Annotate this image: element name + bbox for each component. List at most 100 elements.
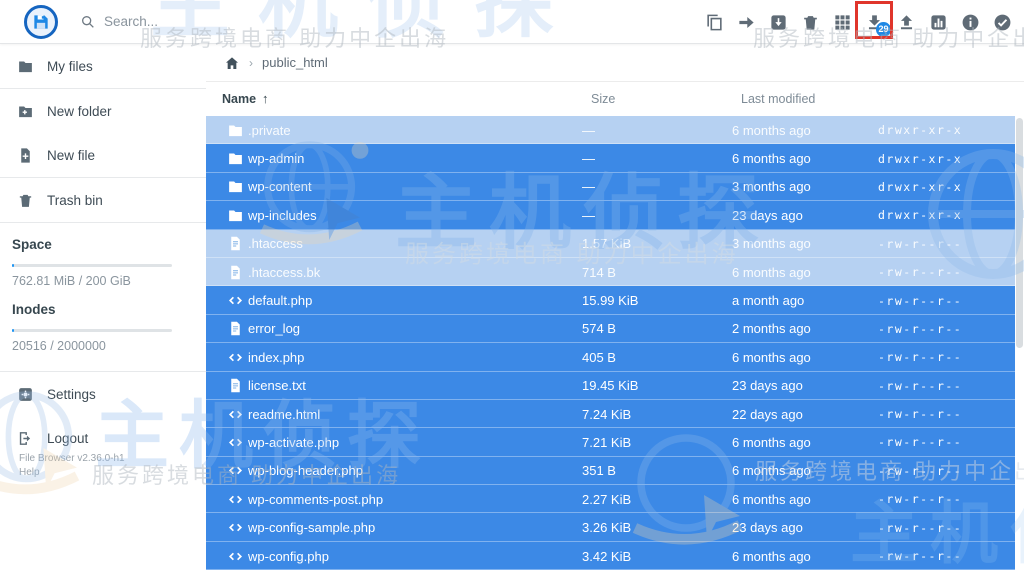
upload-icon <box>900 14 913 29</box>
file-permissions: -rw-r--r-- <box>878 378 963 393</box>
copy-icon <box>707 14 722 30</box>
home-icon[interactable] <box>224 55 240 71</box>
folder-icon <box>222 150 248 167</box>
file-size: 19.45 KiB <box>582 378 639 394</box>
space-progress-bar <box>12 264 172 267</box>
stats-icon <box>931 14 946 30</box>
table-row[interactable]: index.php 405 B 6 months ago -rw-r--r-- <box>206 343 1015 372</box>
breadcrumb-current-folder[interactable]: public_html <box>262 55 328 70</box>
file-name: wp-comments-post.php <box>248 491 384 507</box>
scrollbar-thumb[interactable] <box>1016 118 1023 348</box>
file-name: .htaccess <box>248 236 303 252</box>
column-header-modified[interactable]: Last modified <box>741 92 887 106</box>
info-button[interactable] <box>961 13 980 32</box>
file-modified: 3 months ago <box>732 236 811 252</box>
table-header: Name ↑ Size Last modified <box>206 82 1024 115</box>
table-row[interactable]: wp-admin — 6 months ago drwxr-xr-x <box>206 144 1015 173</box>
info-icon <box>962 14 979 30</box>
file-size: 2.27 KiB <box>582 491 632 507</box>
file-icon <box>222 377 248 394</box>
inodes-progress-fill <box>12 329 14 332</box>
file-modified: 23 days ago <box>732 520 803 536</box>
space-usage-text: 762.81 MiB / 200 GiB <box>12 274 131 288</box>
table-row[interactable]: default.php 15.99 KiB a month ago -rw-r--r-… <box>206 286 1015 315</box>
help-link[interactable]: Help <box>19 466 125 480</box>
table-row[interactable]: wp-blog-header.php 351 B 6 months ago -rw-r… <box>206 456 1015 486</box>
file-size: 3.42 KiB <box>582 548 632 564</box>
file-permissions: -rw-r--r-- <box>878 549 963 564</box>
scrollbar-track[interactable] <box>1015 116 1024 570</box>
search-input[interactable] <box>104 14 234 29</box>
file-name: wp-config-sample.php <box>248 520 376 536</box>
table-row[interactable]: .private — 6 months ago drwxr-xr-x <box>206 116 1015 145</box>
file-modified: 3 months ago <box>732 179 811 195</box>
select-all-button[interactable] <box>993 13 1012 32</box>
table-row[interactable]: wp-activate.php 7.21 KiB 6 months ago -rw-r… <box>206 428 1015 457</box>
table-row[interactable]: .htaccess 1.57 KiB 3 months ago -rw-r--r-- <box>206 229 1015 258</box>
file-modified: 6 months ago <box>732 122 811 138</box>
sidebar-footer: File Browser v2.36.0-h1 Help <box>19 452 125 480</box>
sort-ascending-icon: ↑ <box>262 91 269 106</box>
file-size: 405 B <box>582 349 616 365</box>
file-size: 351 B <box>582 463 616 479</box>
file-permissions: -rw-r--r-- <box>878 492 963 507</box>
file-permissions: -rw-r--r-- <box>878 520 963 535</box>
stats-button[interactable] <box>929 13 948 32</box>
file-name: default.php <box>248 293 313 309</box>
new-folder-icon <box>19 106 32 117</box>
file-permissions: -rw-r--r-- <box>878 265 963 280</box>
file-name: readme.html <box>248 406 321 422</box>
space-label: Space <box>12 237 52 252</box>
selection-count-badge: 29 <box>876 21 891 37</box>
table-row[interactable]: wp-config.php 3.42 KiB 6 months ago -rw-r--… <box>206 541 1015 570</box>
code-icon <box>222 406 248 423</box>
new-file-icon <box>21 147 30 163</box>
table-row[interactable]: wp-content — 3 months ago drwxr-xr-x <box>206 172 1015 202</box>
app-logo[interactable] <box>24 4 58 39</box>
code-icon <box>222 349 248 366</box>
app-version: File Browser v2.36.0-h1 <box>19 453 125 464</box>
sidebar: My files New folder New file Trash bin S… <box>0 44 206 570</box>
table-row[interactable]: license.txt 19.45 KiB 23 days ago -rw-r--r-… <box>206 371 1015 400</box>
delete-button[interactable] <box>801 13 820 32</box>
table-row[interactable]: .htaccess.bk 714 B 6 months ago -rw-r--r-- <box>206 257 1015 287</box>
file-size: 714 B <box>582 264 616 280</box>
grid-view-button[interactable] <box>833 13 852 32</box>
sidebar-item-trash-bin[interactable]: Trash bin <box>0 178 206 222</box>
table-row[interactable]: error_log 574 B 2 months ago -rw-r--r-- <box>206 314 1015 344</box>
file-permissions: -rw-r--r-- <box>878 350 963 365</box>
select-all-icon <box>994 14 1011 30</box>
sidebar-item-settings[interactable]: Settings <box>0 372 206 416</box>
copy-button[interactable] <box>705 13 724 32</box>
archive-icon <box>771 14 786 30</box>
column-header-name[interactable]: Name ↑ <box>222 91 591 106</box>
search-box <box>80 14 234 30</box>
file-size: 7.21 KiB <box>582 434 632 450</box>
archive-button[interactable] <box>769 13 788 32</box>
sidebar-item-new-file[interactable]: New file <box>0 133 206 177</box>
table-row[interactable]: wp-config-sample.php 3.26 KiB 23 days ago -… <box>206 513 1015 542</box>
download-button[interactable]: 29 <box>855 0 893 39</box>
upload-button[interactable] <box>897 13 916 32</box>
file-name: wp-includes <box>248 207 317 223</box>
inodes-usage-text: 20516 / 2000000 <box>12 339 106 353</box>
sidebar-item-new-folder[interactable]: New folder <box>0 89 206 133</box>
file-modified: 6 months ago <box>732 463 811 479</box>
file-permissions: -rw-r--r-- <box>878 293 963 308</box>
search-icon <box>82 15 94 28</box>
table-row[interactable]: readme.html 7.24 KiB 22 days ago -rw-r--r-- <box>206 399 1015 429</box>
sidebar-item-my-files[interactable]: My files <box>0 44 206 88</box>
code-icon <box>222 519 248 536</box>
file-size: 15.99 KiB <box>582 293 639 309</box>
breadcrumb: › public_html <box>206 44 1024 82</box>
code-icon <box>222 434 248 451</box>
file-modified: 6 months ago <box>732 491 811 507</box>
table-row[interactable]: wp-includes — 23 days ago drwxr-xr-x <box>206 201 1015 230</box>
table-row[interactable]: wp-comments-post.php 2.27 KiB 6 months ago… <box>206 485 1015 514</box>
breadcrumb-separator: › <box>249 55 253 70</box>
column-header-size[interactable]: Size <box>591 92 741 106</box>
file-permissions: drwxr-xr-x <box>878 151 963 166</box>
file-modified: 2 months ago <box>732 321 811 337</box>
move-button[interactable] <box>737 13 756 32</box>
file-rows: .private — 6 months ago drwxr-xr-x wp-admin —… <box>206 116 1015 570</box>
